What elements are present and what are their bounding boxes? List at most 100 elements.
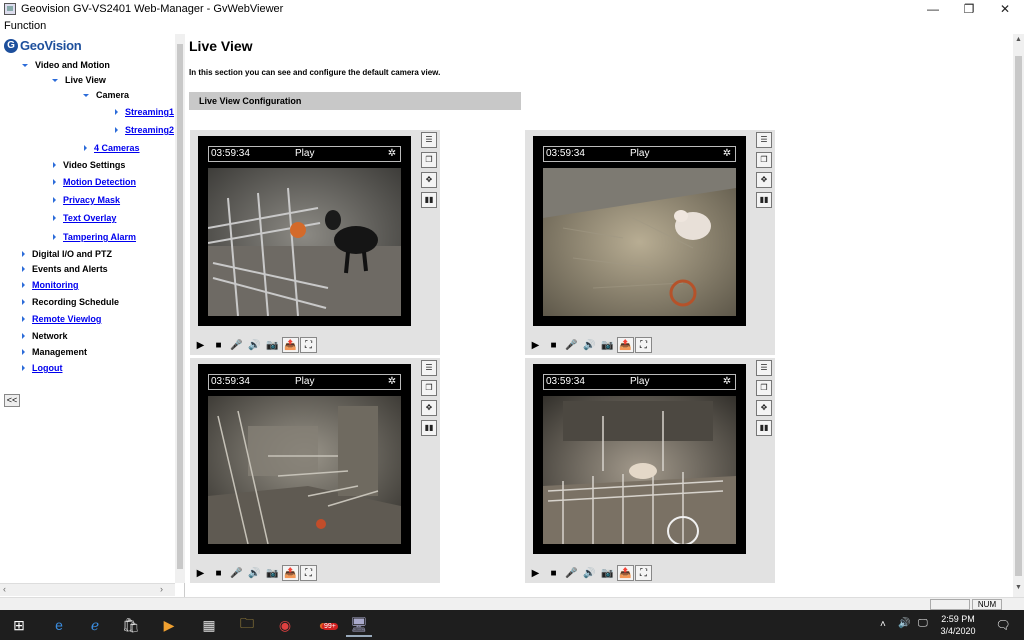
app-icon-with-badge[interactable]: ● 99+ <box>310 613 338 637</box>
snapshot-icon[interactable]: 📷 <box>264 565 281 581</box>
fullscreen-icon[interactable]: ⛶ <box>635 337 652 353</box>
save-icon[interactable]: 📤 <box>617 565 634 581</box>
list-icon[interactable]: ☰ <box>756 360 772 376</box>
sidebar-item-monitoring[interactable]: Monitoring <box>22 280 79 290</box>
microphone-icon[interactable]: 🎤 <box>563 565 580 581</box>
store-icon[interactable]: 🛍 <box>118 613 144 637</box>
ptz-icon[interactable]: ✥ <box>756 172 772 188</box>
ptz-icon[interactable]: ✥ <box>756 400 772 416</box>
scroll-up-icon[interactable]: ▲ <box>1013 36 1024 46</box>
gear-icon[interactable]: ✲ <box>721 148 733 160</box>
sidebar-horizontal-scrollbar[interactable]: ‹ › <box>0 583 175 596</box>
sidebar-item-digital-io-ptz[interactable]: Digital I/O and PTZ <box>22 249 112 259</box>
stop-icon[interactable]: ■ <box>545 565 562 581</box>
fullscreen-icon[interactable]: ⛶ <box>300 565 317 581</box>
scroll-right-icon[interactable]: › <box>160 584 163 594</box>
play-icon[interactable]: ▶ <box>527 565 544 581</box>
notification-center-icon[interactable]: 🗨 <box>990 613 1016 637</box>
collapse-sidebar-button[interactable]: << <box>4 394 20 407</box>
sidebar-item-tampering-alarm[interactable]: Tampering Alarm <box>53 232 136 242</box>
minimize-button[interactable]: — <box>915 0 951 18</box>
sidebar-item-video-and-motion[interactable]: Video and Motion <box>22 60 110 70</box>
stop-icon[interactable]: ■ <box>210 337 227 353</box>
save-icon[interactable]: 📤 <box>282 337 299 353</box>
main-vertical-scrollbar[interactable]: ▲ ▼ <box>1013 34 1024 597</box>
internet-explorer-icon[interactable]: ℯ <box>82 613 108 637</box>
stop-icon[interactable]: ■ <box>210 565 227 581</box>
io-icon[interactable]: ▮▮ <box>421 420 437 436</box>
menu-function[interactable]: Function <box>4 20 46 32</box>
file-explorer-icon[interactable]: 🗀 <box>234 613 260 637</box>
volume-icon[interactable]: 🔊 <box>898 618 910 629</box>
ptz-icon[interactable]: ✥ <box>421 172 437 188</box>
sidebar-item-logout[interactable]: Logout <box>22 363 63 373</box>
sidebar-item-recording-schedule[interactable]: Recording Schedule <box>22 297 119 307</box>
speaker-icon[interactable]: 🔊 <box>581 565 598 581</box>
microphone-icon[interactable]: 🎤 <box>228 565 245 581</box>
fullscreen-icon[interactable]: ⛶ <box>300 337 317 353</box>
snapshot-icon[interactable]: 📷 <box>599 565 616 581</box>
taskbar-clock[interactable]: 2:59 PM 3/4/2020 <box>938 613 978 637</box>
io-icon[interactable]: ▮▮ <box>756 192 772 208</box>
sidebar-item-video-settings[interactable]: Video Settings <box>53 160 125 170</box>
sidebar-item-privacy-mask[interactable]: Privacy Mask <box>53 195 120 205</box>
io-icon[interactable]: ▮▮ <box>421 192 437 208</box>
speaker-icon[interactable]: 🔊 <box>246 337 263 353</box>
window-icon[interactable]: ❐ <box>421 152 437 168</box>
window-icon[interactable]: ❐ <box>756 152 772 168</box>
edge-icon[interactable]: e <box>46 613 72 637</box>
save-icon[interactable]: 📤 <box>282 565 299 581</box>
gear-icon[interactable]: ✲ <box>721 376 733 388</box>
gear-icon[interactable]: ✲ <box>386 376 398 388</box>
calculator-icon[interactable]: ▦ <box>196 613 222 637</box>
save-icon[interactable]: 📤 <box>617 337 634 353</box>
play-icon[interactable]: ▶ <box>527 337 544 353</box>
list-icon[interactable]: ☰ <box>756 132 772 148</box>
window-icon[interactable]: ❐ <box>756 380 772 396</box>
media-player-icon[interactable]: ▶ <box>156 613 182 637</box>
window-icon[interactable]: ❐ <box>421 380 437 396</box>
scrollbar-thumb[interactable] <box>1015 56 1022 576</box>
sidebar-item-4-cameras[interactable]: 4 Cameras <box>84 143 140 153</box>
network-icon[interactable]: 🖵 <box>918 618 928 629</box>
sidebar-item-camera[interactable]: Camera <box>83 90 129 100</box>
sidebar-item-streaming2[interactable]: Streaming2 <box>115 125 174 135</box>
camera-video[interactable] <box>543 168 736 316</box>
sidebar-item-streaming1[interactable]: Streaming1 <box>115 107 174 117</box>
chrome-icon[interactable]: ◉ <box>272 613 298 637</box>
sidebar-item-management[interactable]: Management <box>22 347 87 357</box>
geovision-logo[interactable]: G GeoVision <box>4 38 82 53</box>
ptz-icon[interactable]: ✥ <box>421 400 437 416</box>
play-icon[interactable]: ▶ <box>192 337 209 353</box>
snapshot-icon[interactable]: 📷 <box>599 337 616 353</box>
play-icon[interactable]: ▶ <box>192 565 209 581</box>
microphone-icon[interactable]: 🎤 <box>228 337 245 353</box>
camera-video[interactable] <box>208 396 401 544</box>
microphone-icon[interactable]: 🎤 <box>563 337 580 353</box>
scroll-left-icon[interactable]: ‹ <box>3 584 6 594</box>
list-icon[interactable]: ☰ <box>421 132 437 148</box>
sidebar-vertical-scrollbar[interactable] <box>175 34 185 583</box>
list-icon[interactable]: ☰ <box>421 360 437 376</box>
sidebar-item-network[interactable]: Network <box>22 331 68 341</box>
scrollbar-thumb[interactable] <box>177 44 183 569</box>
maximize-button[interactable]: ❐ <box>951 0 987 18</box>
sidebar-item-remote-viewlog[interactable]: Remote Viewlog <box>22 314 101 324</box>
speaker-icon[interactable]: 🔊 <box>246 565 263 581</box>
sidebar-item-events-alerts[interactable]: Events and Alerts <box>22 264 108 274</box>
sidebar-item-motion-detection[interactable]: Motion Detection <box>53 177 136 187</box>
stop-icon[interactable]: ■ <box>545 337 562 353</box>
snapshot-icon[interactable]: 📷 <box>264 337 281 353</box>
chevron-up-icon[interactable]: ˄ <box>880 619 886 630</box>
speaker-icon[interactable]: 🔊 <box>581 337 598 353</box>
sidebar-item-text-overlay[interactable]: Text Overlay <box>53 213 116 223</box>
scroll-down-icon[interactable]: ▼ <box>1013 584 1024 594</box>
fullscreen-icon[interactable]: ⛶ <box>635 565 652 581</box>
camera-video[interactable] <box>208 168 401 316</box>
gvwebviewer-taskbar-icon[interactable]: 🖥 <box>346 613 372 637</box>
start-button[interactable]: ⊞ <box>6 613 32 637</box>
io-icon[interactable]: ▮▮ <box>756 420 772 436</box>
camera-video[interactable] <box>543 396 736 544</box>
gear-icon[interactable]: ✲ <box>386 148 398 160</box>
close-button[interactable]: ✕ <box>987 0 1023 18</box>
